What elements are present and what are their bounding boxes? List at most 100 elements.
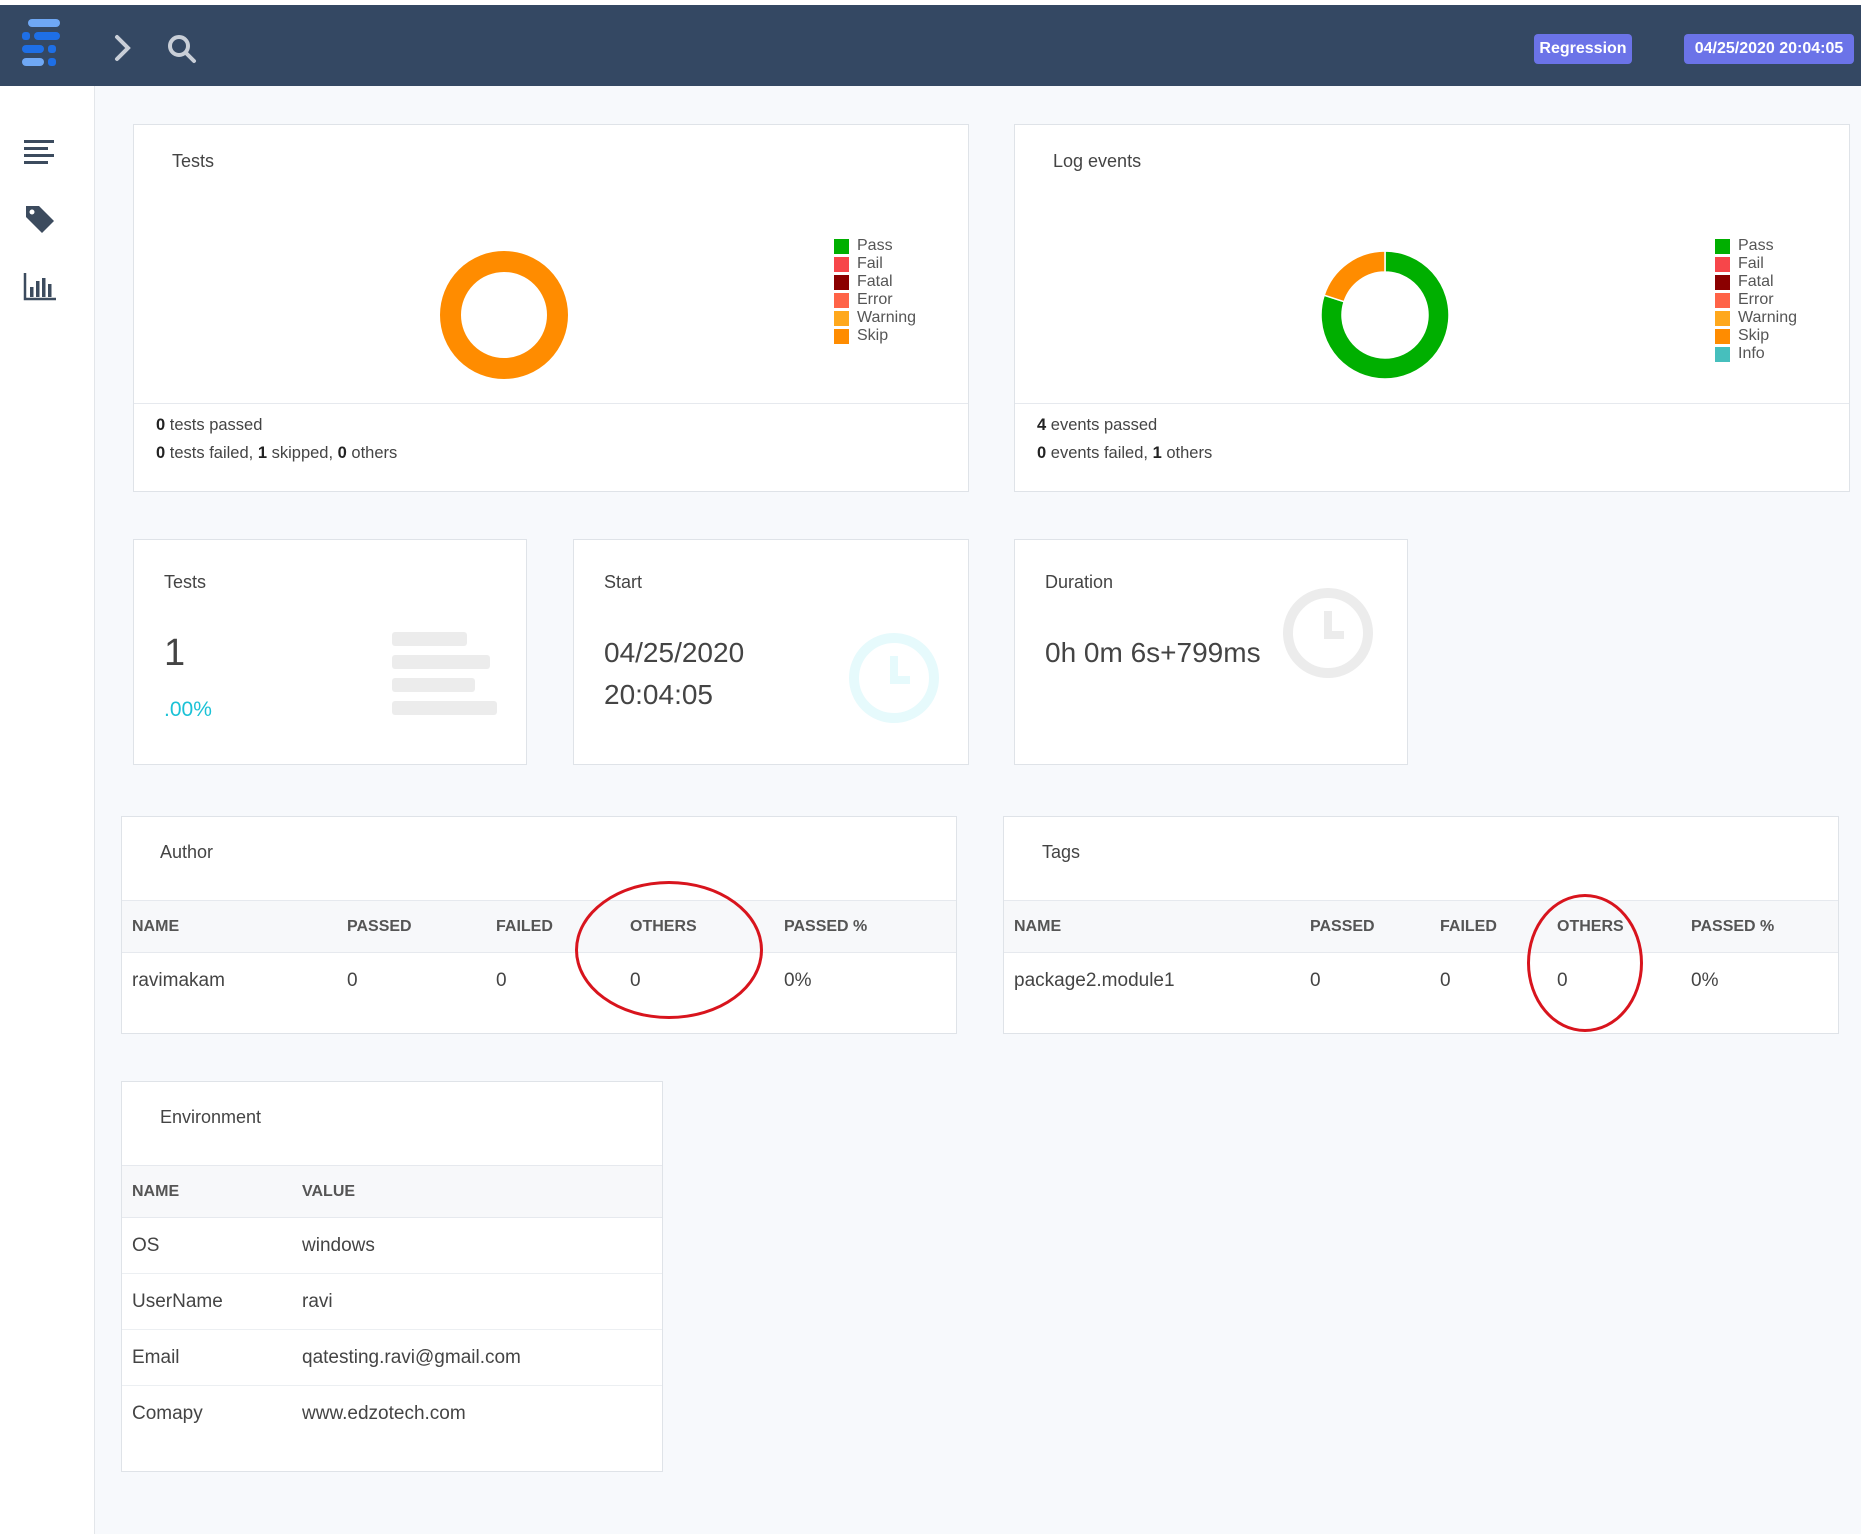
column-header[interactable]: NAME (122, 1165, 292, 1218)
legend-label: Warning (1738, 309, 1797, 326)
legend-swatch (834, 310, 849, 326)
duration-value: 0h 0m 6s+799ms (1045, 637, 1261, 668)
legend-item-warning[interactable]: Warning (1715, 309, 1797, 327)
tests-chart-title: Tests (172, 151, 215, 171)
legend-swatch (1715, 256, 1730, 272)
top-navbar: Regression 04/25/2020 20:04:05 (0, 5, 1861, 86)
legend-label: Info (1738, 345, 1765, 362)
env-name-cell: UserName (122, 1273, 292, 1330)
legend-item-skip[interactable]: Skip (1715, 327, 1797, 345)
search-icon[interactable] (166, 33, 198, 65)
legend-item-skip[interactable]: Skip (834, 327, 916, 345)
bar-chart-icon[interactable] (22, 270, 58, 302)
events-failed-line: 0 events failed, 1 others (1037, 444, 1213, 462)
column-header[interactable]: PASSED % (1681, 900, 1838, 953)
legend-item-fatal[interactable]: Fatal (834, 273, 916, 291)
legend-swatch (834, 328, 849, 344)
datetime-badge: 04/25/2020 20:04:05 (1684, 34, 1854, 64)
legend-swatch (1715, 238, 1730, 254)
legend-label: Error (1738, 291, 1774, 308)
author-passed-cell: 0 (347, 969, 358, 991)
column-header[interactable]: PASSED (337, 900, 486, 953)
table-header-row: NAME VALUE (122, 1165, 662, 1218)
start-stat-card: Start 04/25/2020 20:04:05 (573, 539, 969, 765)
column-header[interactable]: NAME (122, 900, 337, 953)
table-row: package2.module1 0 0 0 0% (1004, 953, 1838, 1009)
tags-card: Tags NAME PASSED FAILED OTHERS PASSED % … (1003, 816, 1839, 1034)
legend-swatch (1715, 346, 1730, 362)
events-donut-chart (1320, 250, 1450, 380)
column-header[interactable]: NAME (1004, 900, 1300, 953)
tag-name-cell[interactable]: package2.module1 (1004, 953, 1300, 1009)
tests-stat-card: Tests 1 .00% (133, 539, 527, 765)
events-chart-legend: Pass Fail Fatal Error Warning Skip Info (1715, 237, 1797, 363)
legend-swatch (834, 274, 849, 290)
column-header[interactable]: VALUE (292, 1165, 662, 1218)
author-passed-pct-cell: 0% (784, 969, 812, 991)
tag-icon[interactable] (22, 202, 58, 234)
column-header[interactable]: PASSED % (774, 900, 956, 953)
legend-label: Fatal (857, 273, 893, 290)
donut-slice-skip[interactable] (1323, 250, 1386, 303)
legend-label: Fail (1738, 255, 1764, 272)
start-stat-title: Start (604, 572, 643, 592)
legend-label: Skip (1738, 327, 1770, 344)
tag-passed-pct-cell: 0% (1691, 969, 1719, 991)
events-chart-card: Log events Pass Fail Fatal Error Warning Skip… (1014, 124, 1850, 492)
author-table: NAME PASSED FAILED OTHERS PASSED % ravim… (122, 900, 956, 1009)
legend-item-fail[interactable]: Fail (1715, 255, 1797, 273)
duration-stat-title: Duration (1045, 572, 1114, 592)
legend-item-pass[interactable]: Pass (834, 237, 916, 255)
legend-swatch (834, 256, 849, 272)
tests-percent: .00% (164, 698, 212, 721)
tests-count: 1 (164, 632, 186, 674)
tests-chart-legend: Pass Fail Fatal Error Warning Skip (834, 237, 916, 345)
list-lines-icon (392, 632, 497, 715)
tags-title: Tags (1042, 842, 1081, 862)
legend-item-error[interactable]: Error (1715, 291, 1797, 309)
table-header-row: NAME PASSED FAILED OTHERS PASSED % (122, 900, 956, 953)
author-title: Author (160, 842, 214, 862)
legend-item-warning[interactable]: Warning (834, 309, 916, 327)
env-name-cell: Comapy (132, 1402, 203, 1424)
tests-donut-chart (440, 251, 568, 379)
env-value-cell: windows (292, 1217, 662, 1274)
events-passed-line: 4 events passed (1037, 416, 1158, 434)
tests-chart-card: Tests Pass Fail Fatal Error Warning Skip 0 te… (133, 124, 969, 492)
table-row: OS windows (122, 1217, 662, 1274)
chevron-right-icon[interactable] (112, 33, 134, 63)
legend-item-error[interactable]: Error (834, 291, 916, 309)
env-value-cell: www.edzotech.com (302, 1402, 466, 1424)
events-summary: 4 events passed 0 events failed, 1 other… (1015, 403, 1849, 491)
environment-table: NAME VALUE OS windows UserName ravi Emai… (122, 1165, 662, 1442)
tests-passed-line: 0 tests passed (156, 416, 263, 434)
sidebar (0, 86, 95, 1534)
clock-icon (1283, 588, 1373, 678)
legend-item-fail[interactable]: Fail (834, 255, 916, 273)
tag-passed-cell: 0 (1310, 969, 1321, 991)
legend-label: Pass (1738, 237, 1774, 254)
extent-logo[interactable] (20, 17, 66, 73)
table-row: Comapy www.edzotech.com (122, 1386, 662, 1442)
legend-label: Pass (857, 237, 893, 254)
legend-swatch (1715, 292, 1730, 308)
author-name-cell[interactable]: ravimakam (122, 953, 337, 1009)
environment-title: Environment (160, 1107, 262, 1127)
table-header-row: NAME PASSED FAILED OTHERS PASSED % (1004, 900, 1838, 953)
others-column-annotation (1527, 894, 1643, 1032)
others-column-annotation (575, 881, 763, 1019)
legend-label: Error (857, 291, 893, 308)
legend-item-info[interactable]: Info (1715, 345, 1797, 363)
legend-item-fatal[interactable]: Fatal (1715, 273, 1797, 291)
tags-table: NAME PASSED FAILED OTHERS PASSED % packa… (1004, 900, 1838, 1009)
legend-swatch (1715, 310, 1730, 326)
legend-item-pass[interactable]: Pass (1715, 237, 1797, 255)
column-header[interactable]: PASSED (1300, 900, 1430, 953)
legend-label: Skip (857, 327, 889, 344)
donut-slice-skip[interactable] (440, 251, 568, 379)
legend-swatch (1715, 328, 1730, 344)
table-row: ravimakam 0 0 0 0% (122, 953, 956, 1009)
start-date: 04/25/2020 (604, 637, 745, 668)
suite-badge: Regression (1534, 34, 1632, 64)
list-icon[interactable] (22, 136, 58, 168)
